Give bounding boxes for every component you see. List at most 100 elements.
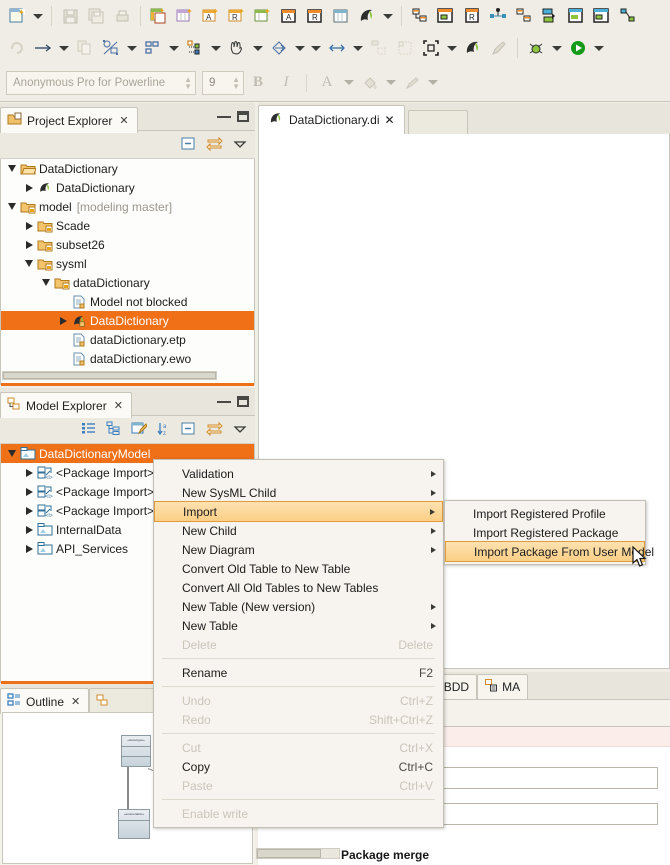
close-icon[interactable]: ✕: [71, 695, 80, 708]
new-table-grid-icon[interactable]: ✦: [172, 3, 198, 29]
menu-item-new-table-new-version[interactable]: New Table (New version): [154, 597, 443, 616]
chevron-down-icon[interactable]: [22, 260, 36, 267]
edit-icon[interactable]: [131, 421, 148, 439]
fit-dropdown-caret[interactable]: [444, 35, 460, 61]
arrow-dropdown-caret[interactable]: [56, 35, 72, 61]
chevron-right-icon[interactable]: [22, 221, 36, 230]
tree-row[interactable]: DataDictionary: [1, 159, 254, 178]
window-icon[interactable]: [563, 3, 589, 29]
list-icon[interactable]: [81, 421, 96, 438]
tree-row[interactable]: Scade: [1, 216, 254, 235]
import-submenu[interactable]: Import Registered Profile Import Register…: [444, 500, 654, 565]
link-with-editor-icon[interactable]: [206, 136, 223, 154]
project-explorer-tree[interactable]: DataDictionary DataDictionary model [modeli…: [0, 159, 255, 385]
minimize-icon[interactable]: [217, 115, 231, 118]
resize-caret[interactable]: [308, 35, 324, 61]
chevron-right-icon[interactable]: [22, 544, 36, 553]
maximize-icon[interactable]: [237, 395, 249, 407]
font-name-input[interactable]: Anonymous Pro for Powerline ▲ ▼: [6, 70, 196, 95]
port-link-icon[interactable]: [485, 3, 511, 29]
chevron-down-icon[interactable]: [5, 450, 19, 457]
view-menu-icon[interactable]: [233, 423, 247, 437]
new-wizard-icon[interactable]: ✦: [4, 3, 30, 29]
arrows-h-icon[interactable]: [324, 35, 350, 61]
tree-row[interactable]: dataDictionary.ewo: [1, 349, 254, 368]
tree-row[interactable]: DataDictionary: [1, 178, 254, 197]
chevron-down-icon[interactable]: [5, 165, 19, 172]
menu-item-new-child[interactable]: New Child: [154, 521, 443, 540]
chevron-down-icon[interactable]: [5, 203, 19, 210]
tab-ma[interactable]: MA: [477, 674, 529, 699]
menu-item-import-registered-package[interactable]: Import Registered Package: [445, 523, 645, 542]
collapse-all-icon[interactable]: [181, 136, 196, 154]
bold-button[interactable]: B: [244, 74, 272, 91]
select-shapes-icon[interactable]: [98, 35, 124, 61]
new-dropdown-caret[interactable]: [30, 3, 46, 29]
run-dropdown-caret[interactable]: [591, 35, 607, 61]
table-blue-icon[interactable]: [328, 3, 354, 29]
window2-icon[interactable]: [589, 3, 615, 29]
table-a-icon[interactable]: A: [276, 3, 302, 29]
debug-dropdown-caret[interactable]: [549, 35, 565, 61]
tab-model-explorer[interactable]: Model Explorer ✕: [0, 392, 132, 418]
align-icon[interactable]: [140, 35, 166, 61]
select-dropdown-caret[interactable]: [124, 35, 140, 61]
menu-item-import-registered-profile[interactable]: Import Registered Profile: [445, 504, 645, 523]
menu-item-convert-old-table-to-new-table[interactable]: Convert Old Table to New Table: [154, 559, 443, 578]
line-color-caret[interactable]: [425, 70, 441, 96]
hand-icon[interactable]: [224, 35, 250, 61]
debug-icon[interactable]: [523, 35, 549, 61]
run-icon[interactable]: [565, 35, 591, 61]
italic-button[interactable]: I: [272, 74, 300, 91]
chevron-right-icon[interactable]: [56, 316, 70, 325]
tree-row[interactable]: DataDictionary: [1, 311, 254, 330]
tree-icon[interactable]: [106, 421, 121, 438]
menu-item-new-sysml-child[interactable]: New SysML Child: [154, 483, 443, 502]
minimize-icon[interactable]: [217, 400, 231, 403]
req-box-icon[interactable]: R: [459, 3, 485, 29]
tree-row[interactable]: dataDictionary: [1, 273, 254, 292]
close-icon[interactable]: ✕: [384, 113, 394, 127]
maximize-icon[interactable]: [237, 110, 249, 122]
editor-tab-placeholder[interactable]: [407, 110, 468, 134]
tab-outline-secondary[interactable]: [89, 688, 160, 714]
arrows-dropdown-caret[interactable]: [350, 35, 366, 61]
pen-icon[interactable]: [399, 70, 425, 96]
font-color-button[interactable]: A: [313, 74, 341, 91]
new-table-doc-icon[interactable]: ✦: [146, 3, 172, 29]
chevron-down-icon[interactable]: [39, 279, 53, 286]
menu-item-new-table[interactable]: New Table: [154, 616, 443, 635]
link-with-editor-icon[interactable]: [206, 421, 223, 439]
tab-outline[interactable]: Outline ✕: [0, 688, 90, 714]
font-name-spinner[interactable]: ▲ ▼: [184, 75, 192, 90]
font-size-spinner[interactable]: ▲ ▼: [232, 75, 240, 90]
layers-icon[interactable]: [407, 3, 433, 29]
scrollbar-thumb[interactable]: [3, 372, 216, 379]
menu-item-rename[interactable]: Rename F2: [154, 663, 443, 682]
project-explorer-hscrollbar[interactable]: [2, 371, 217, 380]
new-table-green-icon[interactable]: ✦: [250, 3, 276, 29]
collapse-all-icon[interactable]: [181, 421, 196, 439]
paint-bucket-icon[interactable]: [357, 70, 383, 96]
font-size-input[interactable]: 9 ▲ ▼: [202, 70, 244, 95]
close-icon[interactable]: ✕: [119, 114, 128, 127]
tree-row[interactable]: sysml: [1, 254, 254, 273]
route-icon[interactable]: [266, 35, 292, 61]
menu-item-copy[interactable]: Copy Ctrl+C: [154, 757, 443, 776]
distribute-icon[interactable]: [182, 35, 208, 61]
view-menu-icon[interactable]: [233, 138, 247, 152]
sort-az-icon[interactable]: az: [157, 421, 171, 439]
menu-item-new-diagram[interactable]: New Diagram: [154, 540, 443, 559]
scrollbar-thumb[interactable]: [257, 849, 321, 858]
diagram-box-icon[interactable]: [433, 3, 459, 29]
tab-project-explorer[interactable]: Project Explorer ✕: [0, 107, 138, 133]
distribute-dropdown-caret[interactable]: [208, 35, 224, 61]
papyrus-dropdown-caret[interactable]: [380, 3, 396, 29]
tree-row[interactable]: dataDictionary.etp: [1, 330, 254, 349]
new-table-a-icon[interactable]: A ✦: [198, 3, 224, 29]
tab-datadictionary-di[interactable]: DataDictionary.di ✕: [258, 105, 405, 134]
table-r-icon[interactable]: R: [302, 3, 328, 29]
hand-dropdown-caret[interactable]: [250, 35, 266, 61]
papyrus-icon[interactable]: [460, 35, 486, 61]
menu-item-import[interactable]: Import: [154, 501, 443, 522]
